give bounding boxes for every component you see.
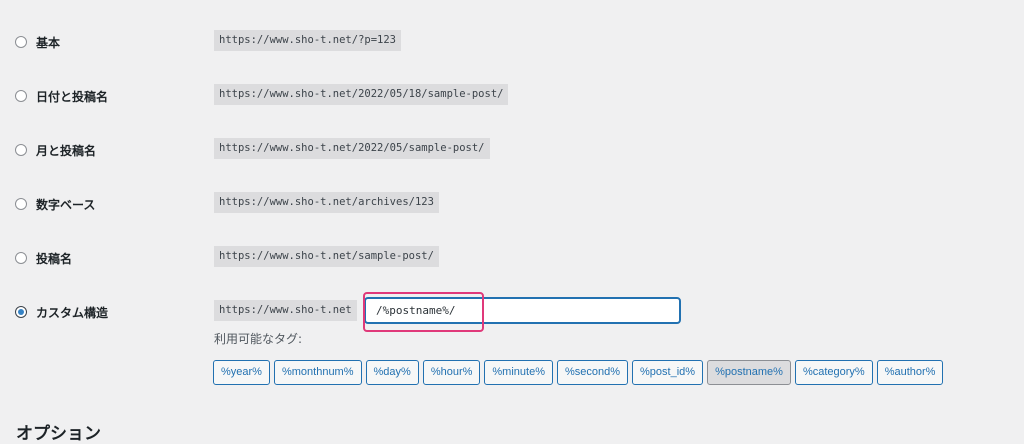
- option-label-month-name: 月と投稿名: [36, 144, 97, 158]
- tag-button-group: %year% %monthnum% %day% %hour% %minute% …: [213, 360, 944, 385]
- option-row-plain: 基本 https://www.sho-t.net/?p=123: [0, 28, 1024, 58]
- radio-day-name[interactable]: [15, 90, 27, 102]
- example-url-day-name: https://www.sho-t.net/2022/05/18/sample-…: [214, 84, 509, 105]
- tag-button-second[interactable]: %second%: [556, 360, 629, 385]
- radio-custom[interactable]: [15, 306, 27, 318]
- example-url-custom-base: https://www.sho-t.net: [214, 300, 357, 321]
- option-row-day-name: 日付と投稿名 https://www.sho-t.net/2022/05/18/…: [0, 82, 1024, 112]
- option-label-custom: カスタム構造: [36, 306, 109, 320]
- option-label-plain: 基本: [36, 36, 61, 50]
- example-url-plain: https://www.sho-t.net/?p=123: [214, 30, 402, 51]
- tag-button-post-id[interactable]: %post_id%: [632, 360, 704, 385]
- option-label-numeric: 数字ベース: [36, 198, 96, 212]
- option-row-post-name: 投稿名 https://www.sho-t.net/sample-post/: [0, 244, 1024, 274]
- option-label-post-name: 投稿名: [36, 252, 73, 266]
- option-row-numeric: 数字ベース https://www.sho-t.net/archives/123: [0, 190, 1024, 220]
- example-url-month-name: https://www.sho-t.net/2022/05/sample-pos…: [214, 138, 490, 159]
- example-url-numeric: https://www.sho-t.net/archives/123: [214, 192, 439, 213]
- radio-plain[interactable]: [15, 36, 27, 48]
- tag-button-hour[interactable]: %hour%: [422, 360, 481, 385]
- tag-button-minute[interactable]: %minute%: [484, 360, 553, 385]
- option-label-day-name: 日付と投稿名: [36, 90, 109, 104]
- options-section-title: オプション: [16, 424, 101, 444]
- tag-button-day[interactable]: %day%: [365, 360, 419, 385]
- radio-month-name[interactable]: [15, 144, 27, 156]
- available-tags-heading: 利用可能なタグ:: [214, 332, 303, 346]
- example-url-post-name: https://www.sho-t.net/sample-post/: [214, 246, 439, 267]
- custom-structure-input[interactable]: [364, 297, 681, 324]
- option-row-month-name: 月と投稿名 https://www.sho-t.net/2022/05/samp…: [0, 136, 1024, 166]
- tag-button-year[interactable]: %year%: [213, 360, 270, 385]
- tag-button-postname[interactable]: %postname%: [707, 360, 791, 385]
- tag-button-category[interactable]: %category%: [794, 360, 873, 385]
- radio-numeric[interactable]: [15, 198, 27, 210]
- radio-post-name[interactable]: [15, 252, 27, 264]
- tag-button-monthnum[interactable]: %monthnum%: [273, 360, 362, 385]
- tag-button-author[interactable]: %author%: [876, 360, 944, 385]
